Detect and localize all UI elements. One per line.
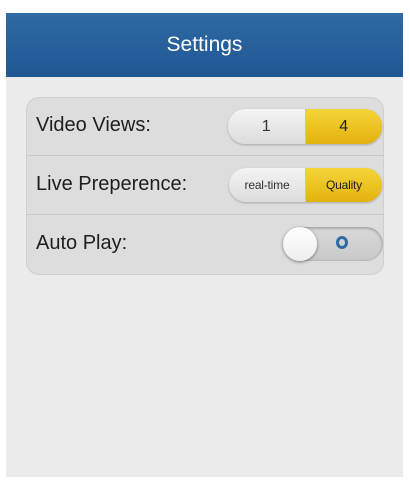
live-preference-option-quality[interactable]: Quality [306,168,382,202]
toggle-knob [283,227,317,261]
video-views-segmented-control[interactable]: 1 4 [228,109,382,144]
auto-play-toggle[interactable] [283,227,383,261]
off-indicator-icon [336,236,348,249]
auto-play-row: Auto Play: [26,215,384,273]
live-preference-option-real-time[interactable]: real-time [229,168,306,202]
live-preference-segmented-control[interactable]: real-time Quality [229,168,382,202]
live-preference-label: Live Preperence: [36,173,188,195]
settings-screen: Settings Video Views: 1 4 Live Preperenc… [6,13,403,477]
video-views-label: Video Views: [36,114,151,136]
video-views-row: Video Views: 1 4 [26,97,384,156]
auto-play-label: Auto Play: [36,232,128,254]
header-bar: Settings [6,13,403,77]
page-title: Settings [166,33,243,56]
live-preference-row: Live Preperence: real-time Quality [26,156,384,215]
video-views-option-1[interactable]: 1 [228,109,306,144]
settings-panel: Video Views: 1 4 Live Preperence: real-t… [26,97,384,275]
video-views-option-4[interactable]: 4 [305,109,382,144]
